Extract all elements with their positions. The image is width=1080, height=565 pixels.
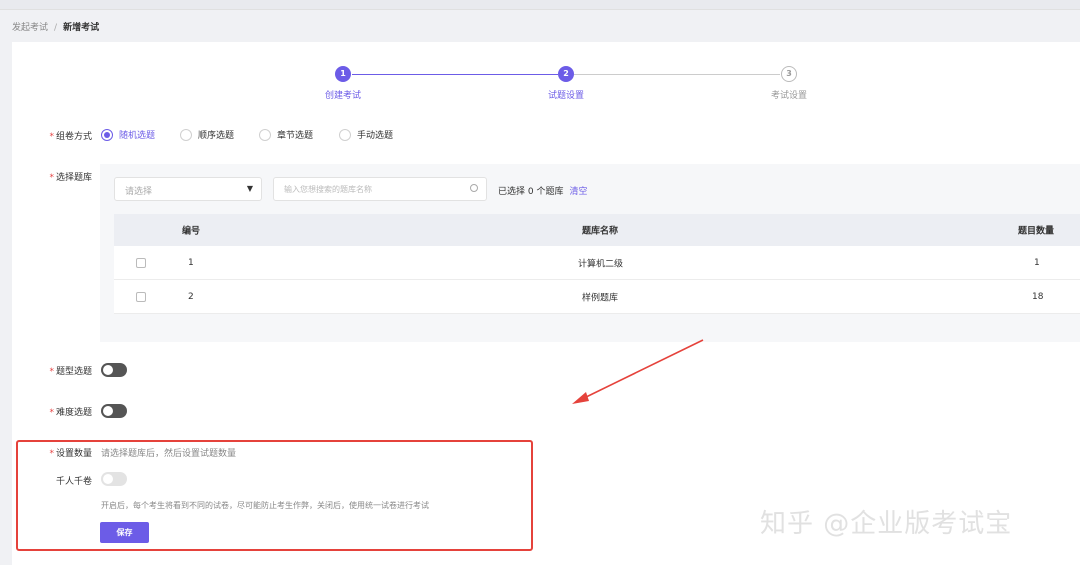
row-count: 18	[1032, 291, 1044, 302]
selected-count-text: 已选择 0 个题库	[498, 187, 564, 197]
row-id: 1	[188, 257, 194, 268]
type-select-label: * 题型选题	[49, 367, 92, 377]
col-header-id: 编号	[182, 226, 201, 237]
bank-search-input[interactable]: 输入您想搜索的题库名称	[273, 177, 487, 201]
step-label: 试题设置	[547, 91, 584, 101]
row-name: 样例题库	[582, 293, 619, 303]
col-header-name: 题库名称	[582, 226, 619, 237]
bank-select[interactable]: 请选择 ▼	[114, 177, 262, 201]
row-id: 2	[188, 291, 194, 302]
step-number: 2	[558, 66, 574, 82]
step-create-exam: 1 创建考试	[303, 66, 383, 101]
search-icon[interactable]	[470, 184, 478, 192]
step-exam-settings: 3 考试设置	[749, 66, 829, 101]
bank-search-placeholder: 输入您想搜索的题库名称	[284, 185, 372, 194]
radio-label: 随机选题	[119, 131, 156, 141]
col-header-count: 题目数量	[1018, 226, 1055, 237]
difficulty-select-toggle[interactable]	[101, 404, 127, 418]
radio-dot	[339, 128, 351, 141]
selected-bank-info: 已选择 0 个题库 清空	[498, 184, 587, 197]
clear-link[interactable]: 清空	[569, 187, 587, 197]
bank-table: 编号 题库名称 题目数量 1 计算机二级 1 2 样例题库 18	[114, 214, 1080, 314]
row-name: 计算机二级	[578, 259, 624, 269]
step-label: 创建考试	[324, 91, 361, 101]
step-question-settings: 2 试题设置	[526, 66, 606, 101]
row-count: 1	[1034, 257, 1040, 268]
top-bar	[0, 0, 1080, 10]
radio-chapter[interactable]: 章节选题	[259, 128, 313, 141]
radio-sequential[interactable]: 顺序选题	[180, 128, 234, 141]
breadcrumb-parent[interactable]: 发起考试	[12, 23, 48, 33]
step-number: 3	[781, 66, 797, 82]
step-number: 1	[335, 66, 351, 82]
row-checkbox[interactable]	[136, 257, 146, 268]
radio-random[interactable]: 随机选题	[101, 128, 155, 141]
row-checkbox[interactable]	[136, 291, 146, 302]
table-header: 编号 题库名称 题目数量	[114, 214, 1080, 246]
annotation-arrow-icon	[572, 339, 704, 404]
caret-down-icon: ▼	[246, 184, 253, 193]
table-row[interactable]: 1 计算机二级 1	[114, 246, 1080, 280]
bank-select-placeholder: 请选择	[125, 187, 153, 197]
table-row[interactable]: 2 样例题库 18	[114, 280, 1080, 314]
watermark: 知乎 @企业版考试宝	[760, 509, 1013, 539]
required-mark: *	[49, 132, 54, 142]
breadcrumb-separator: /	[54, 23, 58, 33]
radio-label: 章节选题	[277, 131, 314, 141]
radio-dot	[259, 128, 271, 141]
required-mark: *	[49, 173, 54, 183]
compose-method-label: * 组卷方式	[49, 132, 92, 142]
difficulty-select-label: * 难度选题	[49, 408, 92, 418]
breadcrumb: 发起考试 / 新增考试	[12, 20, 99, 33]
required-mark: *	[49, 367, 54, 377]
radio-dot	[180, 128, 192, 141]
select-bank-label: * 选择题库	[49, 173, 92, 183]
step-label: 考试设置	[770, 91, 807, 101]
radio-dot	[101, 128, 113, 141]
radio-label: 顺序选题	[198, 131, 235, 141]
radio-manual[interactable]: 手动选题	[339, 128, 393, 141]
radio-label: 手动选题	[357, 131, 394, 141]
highlight-box	[16, 440, 533, 551]
type-select-toggle[interactable]	[101, 363, 127, 377]
breadcrumb-current: 新增考试	[63, 23, 100, 33]
required-mark: *	[49, 408, 54, 418]
